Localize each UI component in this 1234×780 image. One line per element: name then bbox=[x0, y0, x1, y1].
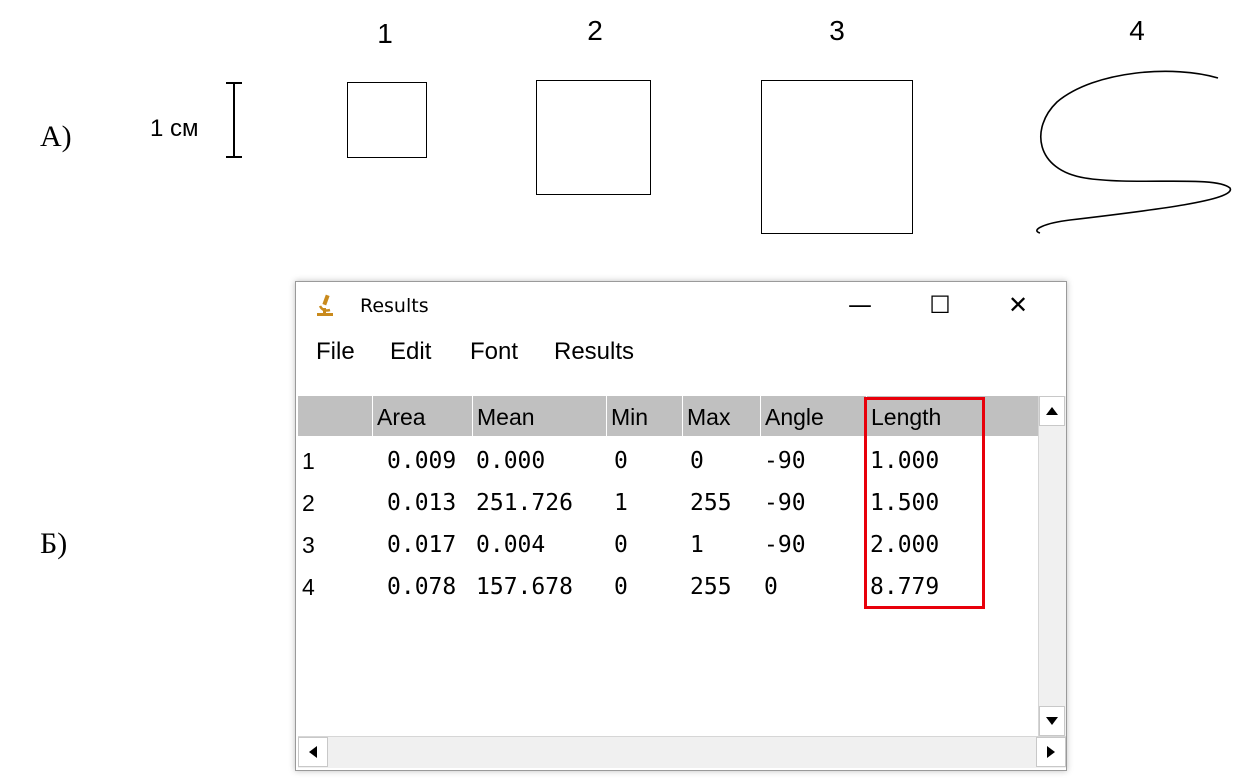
cell-mean: 157.678 bbox=[476, 574, 573, 600]
menu-font[interactable]: Font bbox=[470, 338, 518, 366]
cell-max: 255 bbox=[690, 574, 732, 600]
header-angle[interactable]: Angle bbox=[760, 396, 866, 436]
cell-angle: -90 bbox=[764, 532, 806, 558]
row-number: 1 bbox=[302, 448, 315, 474]
menu-results[interactable]: Results bbox=[554, 338, 634, 366]
row-number: 3 bbox=[302, 532, 315, 558]
header-max[interactable]: Max bbox=[682, 396, 760, 436]
microscope-icon bbox=[317, 294, 333, 316]
shape-number-3: 3 bbox=[829, 15, 845, 46]
horizontal-scrollbar[interactable] bbox=[298, 736, 1066, 768]
cell-angle: -90 bbox=[764, 448, 806, 474]
cell-area: 0.009 bbox=[387, 448, 457, 474]
menu-edit[interactable]: Edit bbox=[390, 338, 431, 366]
cell-angle: 0 bbox=[764, 574, 778, 600]
scroll-right-button[interactable] bbox=[1036, 737, 1066, 767]
square-1-5cm bbox=[536, 80, 651, 195]
table-row[interactable]: 2 0.013 251.726 1 255 -90 1.500 bbox=[298, 482, 1038, 522]
arrow-up-icon bbox=[1046, 407, 1058, 415]
arrow-left-icon bbox=[309, 746, 317, 758]
header-area[interactable]: Area bbox=[372, 396, 472, 436]
cell-length: 8.779 bbox=[870, 574, 940, 600]
row-number: 2 bbox=[302, 490, 315, 516]
cell-min: 1 bbox=[614, 490, 628, 516]
shape-number-1: 1 bbox=[377, 18, 393, 49]
cell-max: 0 bbox=[690, 448, 704, 474]
cell-length: 2.000 bbox=[870, 532, 940, 558]
scale-bar bbox=[226, 82, 242, 158]
cell-area: 0.013 bbox=[387, 490, 457, 516]
cell-angle: -90 bbox=[764, 490, 806, 516]
scroll-up-button[interactable] bbox=[1039, 396, 1065, 426]
square-1cm bbox=[347, 82, 427, 158]
panel-a-label: A) bbox=[40, 120, 72, 153]
table-row[interactable]: 1 0.009 0.000 0 0 -90 1.000 bbox=[298, 440, 1038, 480]
close-button[interactable]: ✕ bbox=[988, 282, 1048, 328]
cell-mean: 0.000 bbox=[476, 448, 546, 474]
cell-max: 1 bbox=[690, 532, 704, 558]
scale-label: 1 см bbox=[150, 115, 199, 142]
cell-max: 255 bbox=[690, 490, 732, 516]
cell-mean: 251.726 bbox=[476, 490, 573, 516]
arrow-right-icon bbox=[1047, 746, 1055, 758]
cell-length: 1.500 bbox=[870, 490, 940, 516]
header-length[interactable]: Length bbox=[866, 396, 1038, 436]
header-mean[interactable]: Mean bbox=[472, 396, 606, 436]
cell-area: 0.078 bbox=[387, 574, 457, 600]
header-min[interactable]: Min bbox=[606, 396, 682, 436]
cell-length: 1.000 bbox=[870, 448, 940, 474]
window-title: Results bbox=[360, 295, 429, 317]
arrow-down-icon bbox=[1046, 717, 1058, 725]
table-row[interactable]: 4 0.078 157.678 0 255 0 8.779 bbox=[298, 566, 1038, 606]
header-row-number[interactable] bbox=[298, 396, 372, 436]
table-row[interactable]: 3 0.017 0.004 0 1 -90 2.000 bbox=[298, 524, 1038, 564]
cell-area: 0.017 bbox=[387, 532, 457, 558]
shape-number-4: 4 bbox=[1129, 15, 1145, 46]
minimize-button[interactable]: — bbox=[830, 282, 890, 328]
title-bar[interactable]: Results — ☐ ✕ bbox=[296, 282, 1066, 328]
vertical-scrollbar[interactable] bbox=[1038, 396, 1066, 736]
maximize-button[interactable]: ☐ bbox=[910, 282, 970, 328]
results-window: Results — ☐ ✕ File Edit Font Results Are… bbox=[295, 281, 1067, 771]
cell-min: 0 bbox=[614, 448, 628, 474]
panel-b-label: Б) bbox=[40, 527, 68, 560]
table-header: Area Mean Min Max Angle Length bbox=[298, 396, 1038, 436]
shape-number-2: 2 bbox=[587, 15, 603, 46]
cell-mean: 0.004 bbox=[476, 532, 546, 558]
scroll-left-button[interactable] bbox=[298, 737, 328, 767]
menu-bar: File Edit Font Results bbox=[296, 330, 1066, 376]
cell-min: 0 bbox=[614, 532, 628, 558]
square-2cm bbox=[761, 80, 913, 234]
cell-min: 0 bbox=[614, 574, 628, 600]
menu-file[interactable]: File bbox=[316, 338, 355, 366]
scroll-down-button[interactable] bbox=[1039, 706, 1065, 736]
row-number: 4 bbox=[302, 574, 315, 600]
freehand-curve bbox=[1036, 70, 1231, 234]
